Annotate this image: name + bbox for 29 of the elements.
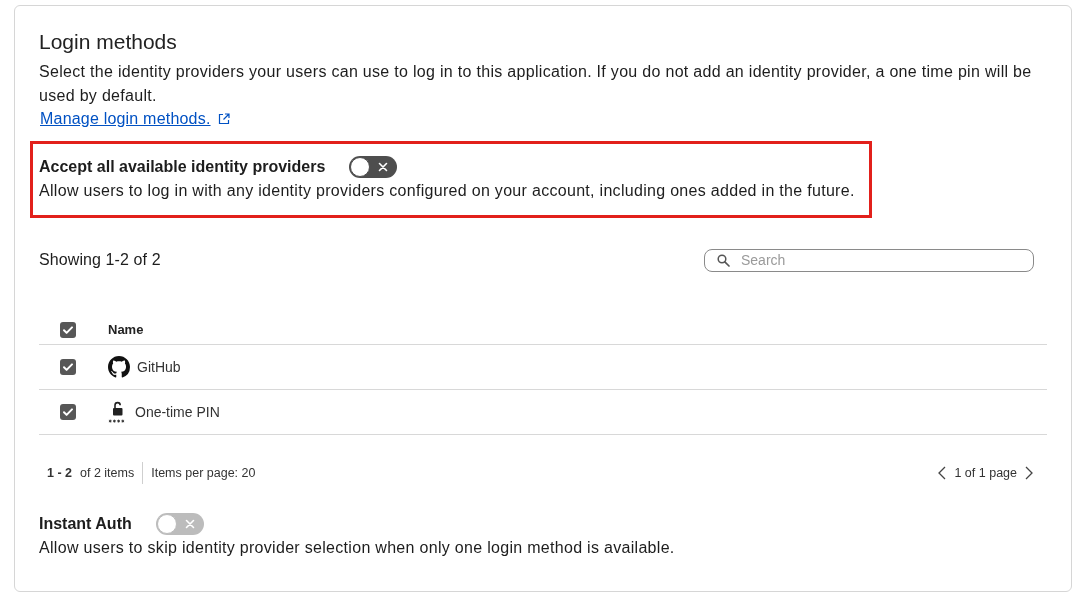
page-size-selector[interactable]: Items per page: 20: [142, 462, 256, 484]
setting-label: Accept all available identity providers: [39, 158, 326, 176]
chevron-left-icon: [938, 466, 947, 480]
provider-name: GitHub: [137, 359, 181, 375]
item-range: 1 - 2: [47, 466, 72, 480]
manage-login-methods-link[interactable]: Manage login methods.: [40, 110, 211, 128]
checkbox[interactable]: [60, 359, 76, 375]
section-description: Select the identity providers your users can use to log in to this application. If you do not add an identity provider, a one time pin will be used by default.: [39, 62, 1033, 106]
chevron-right-icon: [1025, 466, 1033, 480]
setting-description: Allow users to log in with any identity providers configured on your account, including ones added in the future.: [39, 181, 855, 201]
section-title: Login methods: [39, 29, 178, 55]
item-total: of 2 items: [80, 466, 135, 480]
result-summary: Showing 1-2 of 2: [39, 251, 161, 269]
checkbox[interactable]: [60, 321, 76, 338]
external-link-icon: [217, 113, 230, 125]
setting-label: Instant Auth: [39, 515, 132, 533]
page-indicator: 1 of 1 page: [954, 466, 1017, 480]
cross-icon: [378, 162, 389, 172]
search-icon: [717, 253, 730, 267]
toggle-switch[interactable]: [349, 156, 398, 178]
column-header: Name: [108, 315, 1047, 345]
setting-description: Allow users to skip identity provider selection when only one login method is available.: [39, 538, 676, 558]
next-page-button[interactable]: [1025, 466, 1033, 480]
provider-name: One-time PIN: [135, 404, 220, 420]
cat-logo-icon: [108, 356, 130, 378]
search-field[interactable]: Search: [704, 248, 1034, 272]
cross-icon: [184, 519, 195, 529]
previous-page-button[interactable]: [938, 466, 947, 480]
checkbox[interactable]: [60, 404, 76, 420]
